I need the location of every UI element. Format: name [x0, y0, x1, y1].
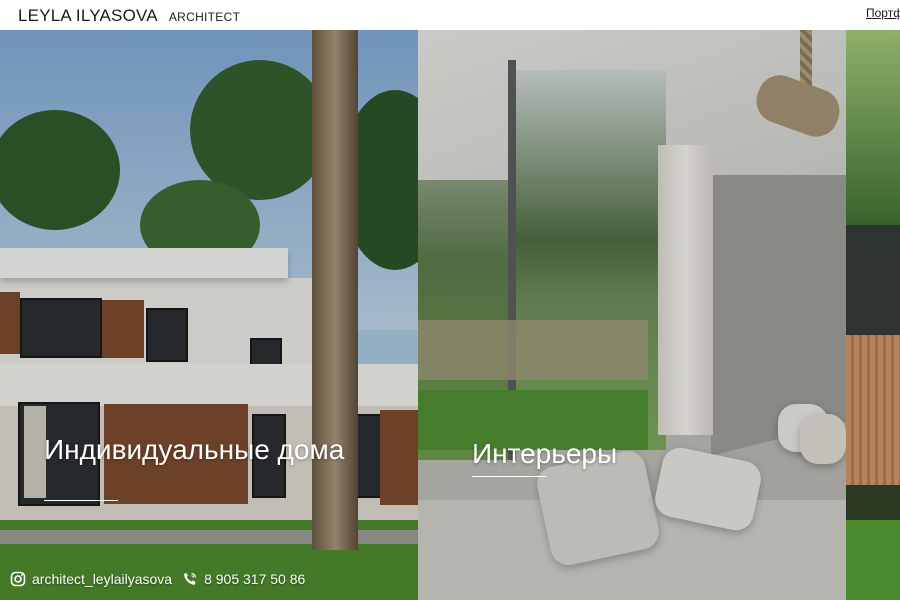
instagram-handle: architect_leylailyasova	[32, 571, 173, 587]
instagram-icon	[10, 571, 26, 587]
lawn	[846, 520, 900, 600]
logo-subtitle: ARCHITECT	[168, 10, 241, 24]
dark-facade	[846, 225, 900, 335]
panel-title-interiors[interactable]: Интерьеры	[472, 440, 692, 468]
site-header: LEYLA ILYASOVA ARCHITECT Портфолио	[0, 0, 900, 30]
panel-houses[interactable]: Индивидуальные дома	[0, 30, 418, 600]
image-overlay	[418, 30, 846, 600]
panel-title-houses[interactable]: Индивидуальные дома	[44, 436, 364, 464]
instagram-link[interactable]: architect_leylailyasova	[10, 571, 172, 587]
contacts-bar: architect_leylailyasova 8 905 317 50 86	[10, 571, 305, 587]
image-overlay	[0, 30, 418, 600]
logo-name: LEYLA ILYASOVA	[18, 6, 158, 25]
phone-number: 8 905 317 50 86	[204, 571, 306, 587]
panel-third-partial[interactable]	[846, 30, 900, 600]
tree-foliage	[846, 30, 900, 230]
wood-facade	[846, 335, 900, 485]
panel-interiors[interactable]: Интерьеры	[418, 30, 846, 600]
logo[interactable]: LEYLA ILYASOVA ARCHITECT	[18, 6, 240, 26]
title-underline	[44, 500, 118, 501]
phone-link[interactable]: 8 905 317 50 86	[182, 571, 305, 587]
title-underline	[472, 476, 546, 477]
nav-portfolio-link[interactable]: Портфолио	[866, 6, 900, 20]
phone-icon	[182, 571, 198, 587]
